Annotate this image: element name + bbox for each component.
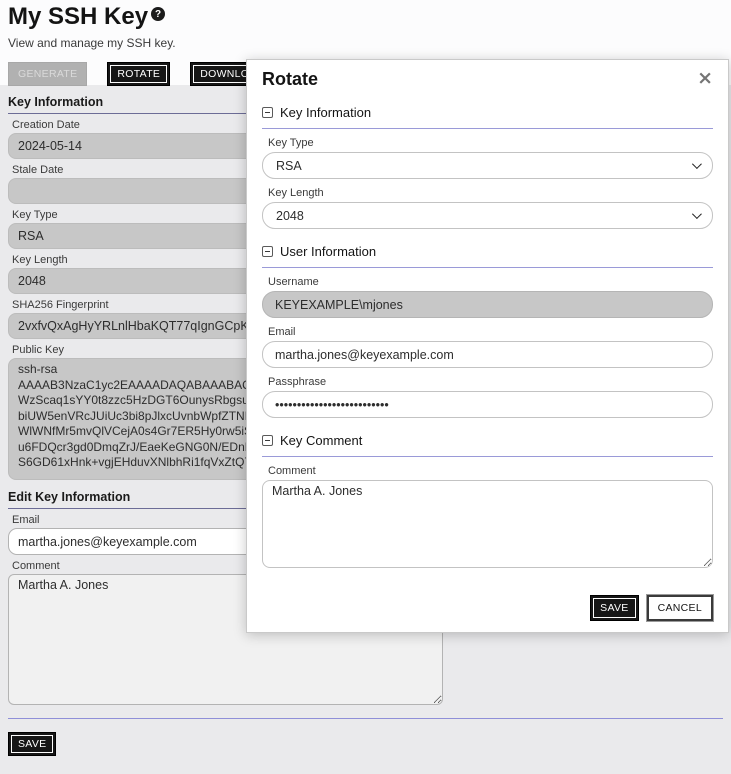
key-length-select[interactable]: 2048 (262, 202, 713, 229)
dialog-key-information-heading: Key Information (280, 105, 371, 120)
dialog-save-button[interactable]: SAVE (590, 595, 638, 621)
dialog-email-input[interactable] (262, 341, 713, 368)
dialog-passphrase-label: Passphrase (268, 376, 713, 388)
dialog-user-information-heading: User Information (280, 244, 376, 259)
dialog-comment-textarea[interactable]: Martha A. Jones (262, 480, 713, 568)
key-length-selected-value: 2048 (276, 209, 304, 223)
dialog-user-information-section-header: User Information (262, 244, 713, 268)
key-type-selected-value: RSA (276, 159, 302, 173)
dialog-cancel-button[interactable]: CANCEL (647, 595, 713, 621)
dialog-username-label: Username (268, 276, 713, 288)
passphrase-input[interactable] (262, 391, 713, 418)
page-save-button[interactable]: SAVE (8, 732, 56, 756)
dialog-key-comment-section-header: Key Comment (262, 433, 713, 457)
rotate-button[interactable]: ROTATE (107, 62, 170, 86)
dialog-email-label: Email (268, 326, 713, 338)
username-input (262, 291, 713, 318)
collapse-minus-icon[interactable] (262, 435, 273, 446)
help-icon[interactable]: ? (151, 7, 165, 21)
rotate-dialog: Rotate × Key Information Key Type RSA Ke… (246, 59, 729, 633)
dialog-comment-label: Comment (268, 465, 713, 477)
page-title: My SSH Key (8, 3, 148, 31)
chevron-down-icon (692, 209, 702, 219)
key-type-select[interactable]: RSA (262, 152, 713, 179)
close-icon[interactable]: × (697, 69, 713, 88)
dialog-key-type-label: Key Type (268, 137, 713, 149)
dialog-title: Rotate (262, 69, 318, 90)
page-subtitle: View and manage my SSH key. (8, 36, 723, 50)
dialog-key-length-label: Key Length (268, 187, 713, 199)
collapse-minus-icon[interactable] (262, 246, 273, 257)
chevron-down-icon (692, 159, 702, 169)
dialog-key-comment-heading: Key Comment (280, 433, 362, 448)
collapse-minus-icon[interactable] (262, 107, 273, 118)
generate-button: GENERATE (8, 62, 87, 86)
dialog-key-information-section-header: Key Information (262, 105, 713, 129)
